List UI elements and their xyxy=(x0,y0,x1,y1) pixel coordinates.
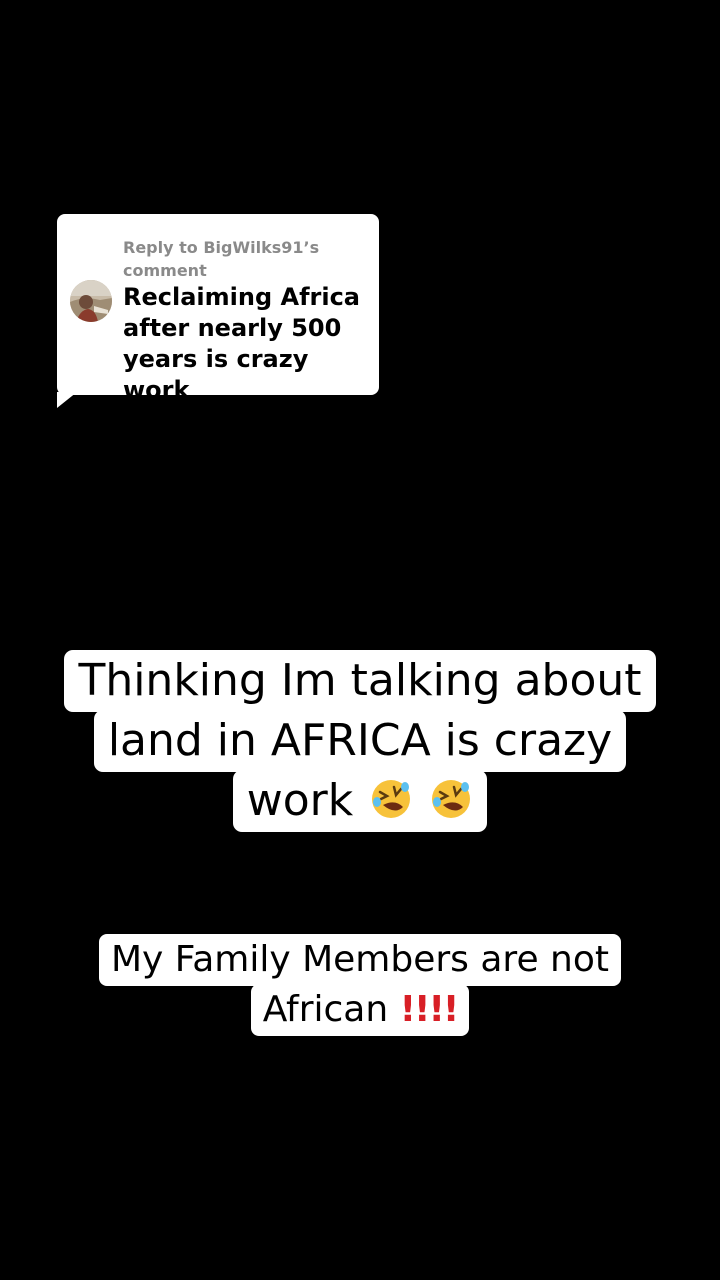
secondary-caption-line1: My Family Members are not xyxy=(99,934,621,986)
reply-comment-text: Reclaiming Africa after nearly 500 years… xyxy=(123,282,373,406)
secondary-caption-line2: African !!!! xyxy=(250,984,470,1036)
main-caption-line1: Thinking Im talking about xyxy=(64,650,656,712)
reply-text-line2: after nearly 500 xyxy=(123,314,342,342)
main-caption-line2: land in AFRICA is crazy xyxy=(93,710,627,772)
main-caption: Thinking Im talking about land in AFRICA… xyxy=(0,650,720,832)
secondary-caption-line2-text: African xyxy=(262,989,389,1030)
main-caption-line3-text: work xyxy=(246,775,354,826)
rolling-on-floor-laughing-icon xyxy=(432,780,471,818)
reply-comment-sticker[interactable]: Reply to BigWilks91’s comment Reclaiming… xyxy=(57,214,379,404)
reply-header-line1: Reply to BigWilks91’s xyxy=(123,238,320,257)
secondary-caption: My Family Members are not African !!!! xyxy=(0,934,720,1036)
secondary-caption-line1-text: My Family Members are not xyxy=(111,939,609,980)
reply-header: Reply to BigWilks91’s comment xyxy=(123,236,363,282)
double-exclamation-icon: !!!! xyxy=(399,989,460,1030)
reply-header-line2: comment xyxy=(123,261,207,280)
main-caption-line3: work xyxy=(232,770,488,832)
reply-bubble-tail xyxy=(57,392,77,408)
main-caption-line2-text: land in AFRICA is crazy xyxy=(107,715,613,766)
avatar-image xyxy=(70,280,112,322)
rolling-on-floor-laughing-icon xyxy=(372,780,411,818)
main-caption-line1-text: Thinking Im talking about xyxy=(78,655,642,706)
reply-text-line1: Reclaiming Africa xyxy=(123,283,360,311)
reply-text-line3: years is crazy work xyxy=(123,345,309,404)
avatar[interactable] xyxy=(70,280,112,322)
